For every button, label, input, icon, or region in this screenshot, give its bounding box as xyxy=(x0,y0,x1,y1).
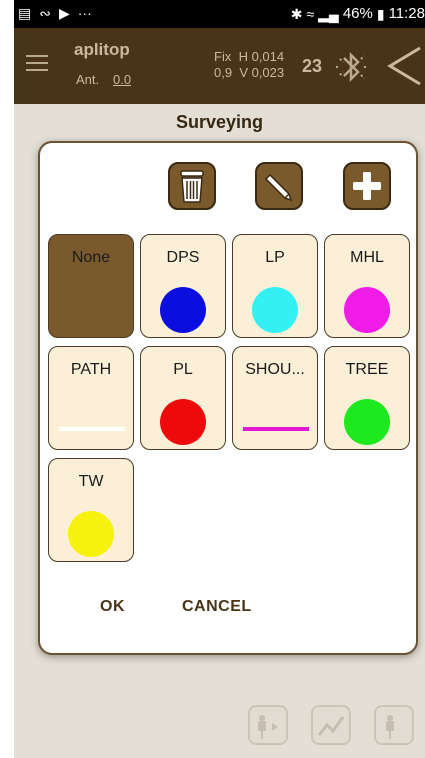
cast-icon: ∾ xyxy=(39,5,51,21)
code-picker-dialog: None DPS LP MHL PATH PL SHOU... TREE TW OK CANCE… xyxy=(38,141,418,655)
line-symbol-icon xyxy=(59,427,125,431)
edit-button[interactable] xyxy=(255,162,303,210)
menu-icon[interactable] xyxy=(26,55,48,73)
app-title: aplitop xyxy=(74,40,130,59)
code-tile[interactable]: PL xyxy=(140,346,226,450)
status-right: ✱ ≈ ▂▄ 46% ▮ 11:28 xyxy=(291,5,425,22)
plus-icon xyxy=(353,172,381,200)
code-label: MHL xyxy=(350,249,384,266)
h-precision: H 0,014 xyxy=(238,49,285,64)
code-label: PATH xyxy=(70,361,112,378)
code-label: PL xyxy=(173,361,193,378)
code-tile[interactable]: PATH xyxy=(48,346,134,450)
bluetooth-icon: ✱ xyxy=(290,5,303,22)
point-symbol-icon xyxy=(344,287,390,333)
battery-icon: ▮ xyxy=(376,5,385,22)
code-tile[interactable]: None xyxy=(48,234,134,338)
ok-button[interactable]: OK xyxy=(100,598,125,616)
cancel-button[interactable]: CANCEL xyxy=(182,598,252,616)
code-tile[interactable]: DPS xyxy=(140,234,226,338)
point-symbol-icon xyxy=(160,287,206,333)
add-button[interactable] xyxy=(343,162,391,210)
antenna-label: Ant. xyxy=(76,72,100,87)
antenna-height-value[interactable]: 0.0 xyxy=(113,72,131,87)
line-symbol-icon xyxy=(243,427,309,431)
battery-percent: 46% xyxy=(342,5,373,22)
code-label: DPS xyxy=(166,249,200,266)
code-label: SHOU... xyxy=(245,361,305,378)
back-arrow-icon[interactable] xyxy=(386,44,422,88)
pencil-icon xyxy=(264,173,293,202)
status-left-icons: ▤ ∾ ▶ ··· xyxy=(18,5,92,21)
code-label: TW xyxy=(78,473,104,490)
point-symbol-icon xyxy=(344,399,390,445)
code-tile[interactable]: TW xyxy=(48,458,134,562)
code-label: TREE xyxy=(345,361,389,378)
gnss-precision: Fix H 0,014 0,9 V 0,023 xyxy=(214,49,284,81)
bluetooth-icon[interactable] xyxy=(332,49,372,85)
code-tile[interactable]: TREE xyxy=(324,346,410,450)
code-tile[interactable]: MHL xyxy=(324,234,410,338)
app-bar: aplitop Ant. 0.0 Fix H 0,014 0,9 V 0,023… xyxy=(14,28,425,104)
point-symbol-icon xyxy=(252,287,298,333)
more-icon: ··· xyxy=(77,5,92,21)
satellite-count: 23 xyxy=(302,56,323,76)
code-tile[interactable]: LP xyxy=(232,234,318,338)
v-precision: V 0,023 xyxy=(239,65,285,80)
trash-icon xyxy=(180,170,204,203)
code-label: None xyxy=(71,249,111,266)
signal-icon: ▂▄ xyxy=(318,5,339,22)
pdop-value: 0,9 xyxy=(214,65,233,80)
gallery-icon: ▤ xyxy=(18,5,32,21)
play-store-icon: ▶ xyxy=(58,5,70,21)
delete-button[interactable] xyxy=(168,162,216,210)
point-symbol-icon xyxy=(160,399,206,445)
code-tile[interactable]: SHOU... xyxy=(232,346,318,450)
status-bar: ▤ ∾ ▶ ··· ✱ ≈ ▂▄ 46% ▮ 11:28 xyxy=(14,0,425,28)
screen: ▤ ∾ ▶ ··· ✱ ≈ ▂▄ 46% ▮ 11:28 aplitop Ant… xyxy=(14,0,425,758)
fix-status: Fix xyxy=(214,49,232,64)
code-label: LP xyxy=(265,249,285,266)
wifi-icon: ≈ xyxy=(306,5,315,22)
point-symbol-icon xyxy=(68,511,114,557)
clock: 11:28 xyxy=(388,5,425,22)
